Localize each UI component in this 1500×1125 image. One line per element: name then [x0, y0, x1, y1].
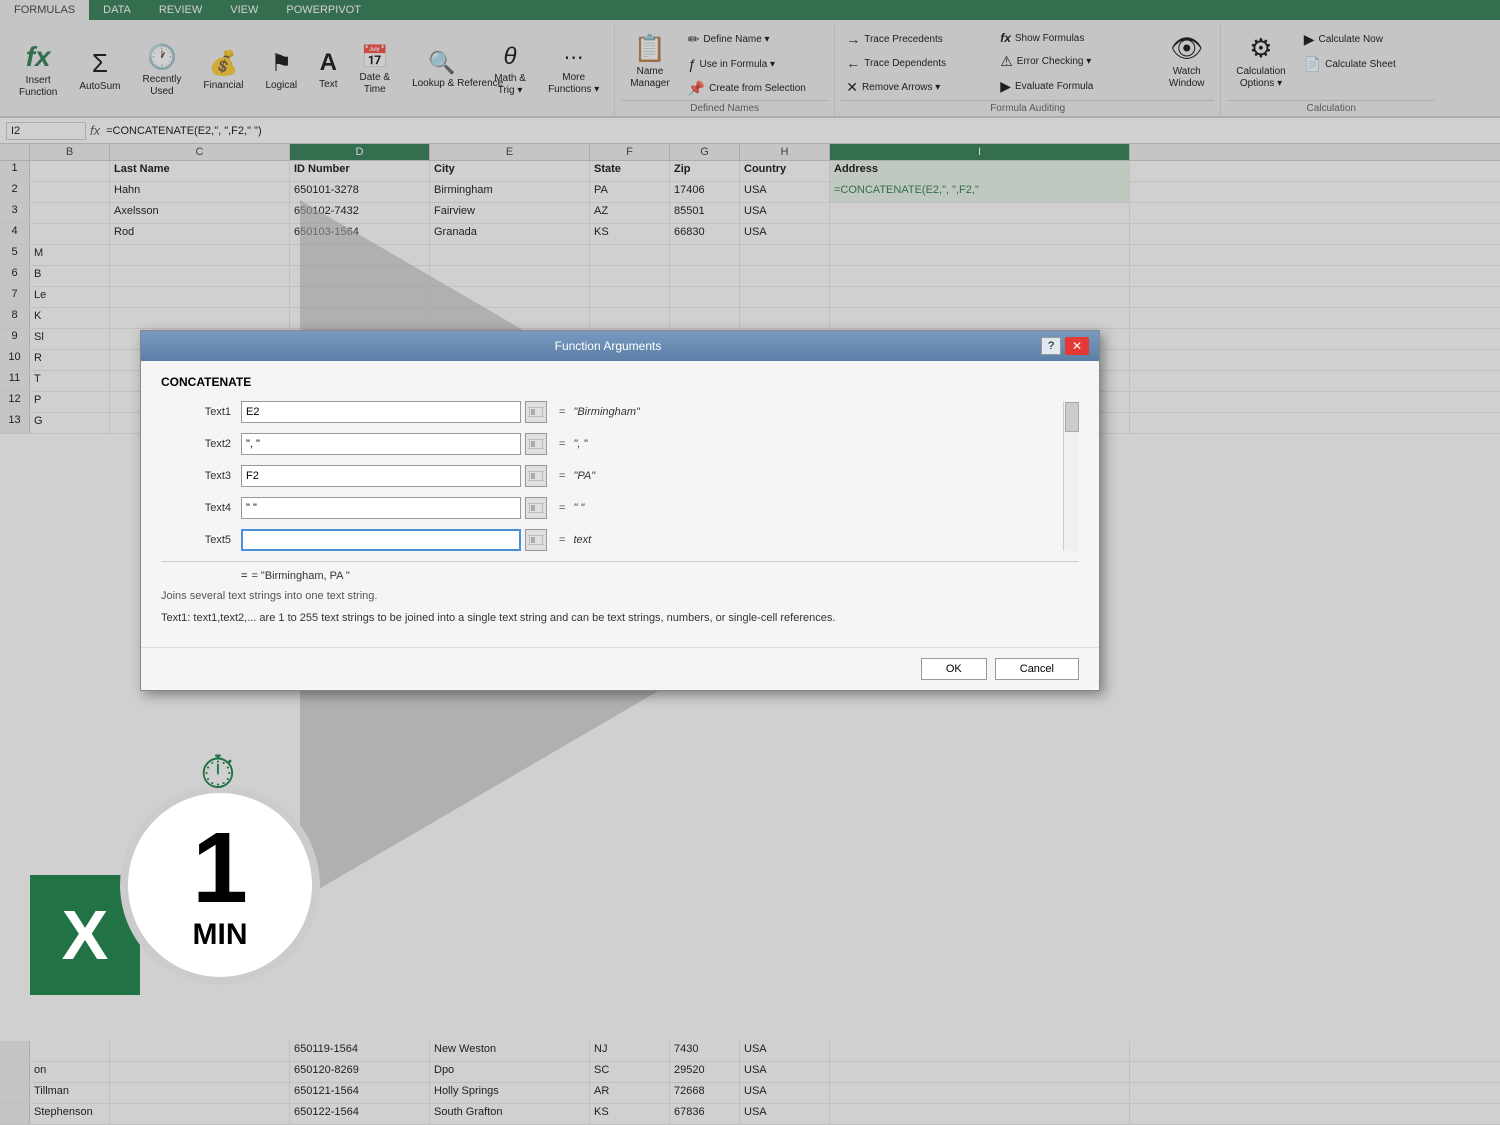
function-arguments-dialog: Function Arguments ? ✕ CONCATENATE Text1…: [140, 330, 1100, 691]
dialog-func-name: CONCATENATE: [161, 375, 1079, 389]
dialog-scrollbar[interactable]: [1063, 401, 1079, 551]
arg-val-text2: ", ": [573, 438, 587, 450]
dialog-result-row: = = "Birmingham, PA ": [161, 561, 1079, 582]
arg-label-text2: Text2: [161, 438, 241, 450]
arg-input-text5[interactable]: [241, 529, 521, 551]
dialog-ok-button[interactable]: OK: [921, 658, 987, 680]
arg-row-text3: Text3 = "PA": [161, 465, 1079, 487]
arg-row-text1: Text1 = "Birmingham": [161, 401, 1079, 423]
timer-circle: 1 MIN: [120, 785, 320, 985]
dialog-close-button[interactable]: ✕: [1065, 337, 1089, 355]
arg-label-text1: Text1: [161, 406, 241, 418]
dialog-body: CONCATENATE Text1 = "Birmingham": [141, 361, 1099, 647]
arg-val-text3: "PA": [573, 470, 595, 482]
dialog-cancel-button[interactable]: Cancel: [995, 658, 1079, 680]
dialog-desc-top: Joins several text strings into one text…: [161, 590, 1079, 602]
excel-branding: X ⏱ 1 MIN: [30, 785, 320, 995]
dialog-title: Function Arguments: [175, 339, 1041, 353]
timer-number: 1: [192, 818, 248, 918]
arg-input-text2[interactable]: [241, 433, 521, 455]
stopwatch-icon: ⏱: [200, 745, 236, 801]
dialog-footer: OK Cancel: [141, 647, 1099, 690]
arg-row-text2: Text2 = ", ": [161, 433, 1079, 455]
arg-refbtn-text5[interactable]: [525, 529, 547, 551]
scrollbar-thumb[interactable]: [1065, 402, 1079, 432]
arg-input-text4[interactable]: [241, 497, 521, 519]
timer-label: MIN: [193, 918, 248, 952]
arg-label-text5: Text5: [161, 534, 241, 546]
dialog-titlebar: Function Arguments ? ✕: [141, 331, 1099, 361]
arg-label-text3: Text3: [161, 470, 241, 482]
arg-refbtn-text1[interactable]: [525, 401, 547, 423]
arg-refbtn-text4[interactable]: [525, 497, 547, 519]
arg-row-text5: Text5 = text: [161, 529, 1079, 551]
arg-input-text3[interactable]: [241, 465, 521, 487]
dialog-controls: ? ✕: [1041, 337, 1089, 355]
timer-area: ⏱ 1 MIN: [120, 785, 320, 985]
dialog-desc-bottom: Text1: text1,text2,... are 1 to 255 text…: [161, 610, 1079, 627]
arg-val-text4: " ": [573, 502, 584, 514]
arg-label-text4: Text4: [161, 502, 241, 514]
dialog-help-button[interactable]: ?: [1041, 337, 1061, 355]
arg-refbtn-text2[interactable]: [525, 433, 547, 455]
arg-val-text1: "Birmingham": [573, 406, 640, 418]
arg-refbtn-text3[interactable]: [525, 465, 547, 487]
excel-x-letter: X: [62, 895, 109, 975]
dialog-result-val: = "Birmingham, PA ": [251, 570, 349, 582]
arg-input-text1[interactable]: [241, 401, 521, 423]
arg-row-text4: Text4 = " ": [161, 497, 1079, 519]
arg-val-text5: text: [573, 534, 591, 546]
